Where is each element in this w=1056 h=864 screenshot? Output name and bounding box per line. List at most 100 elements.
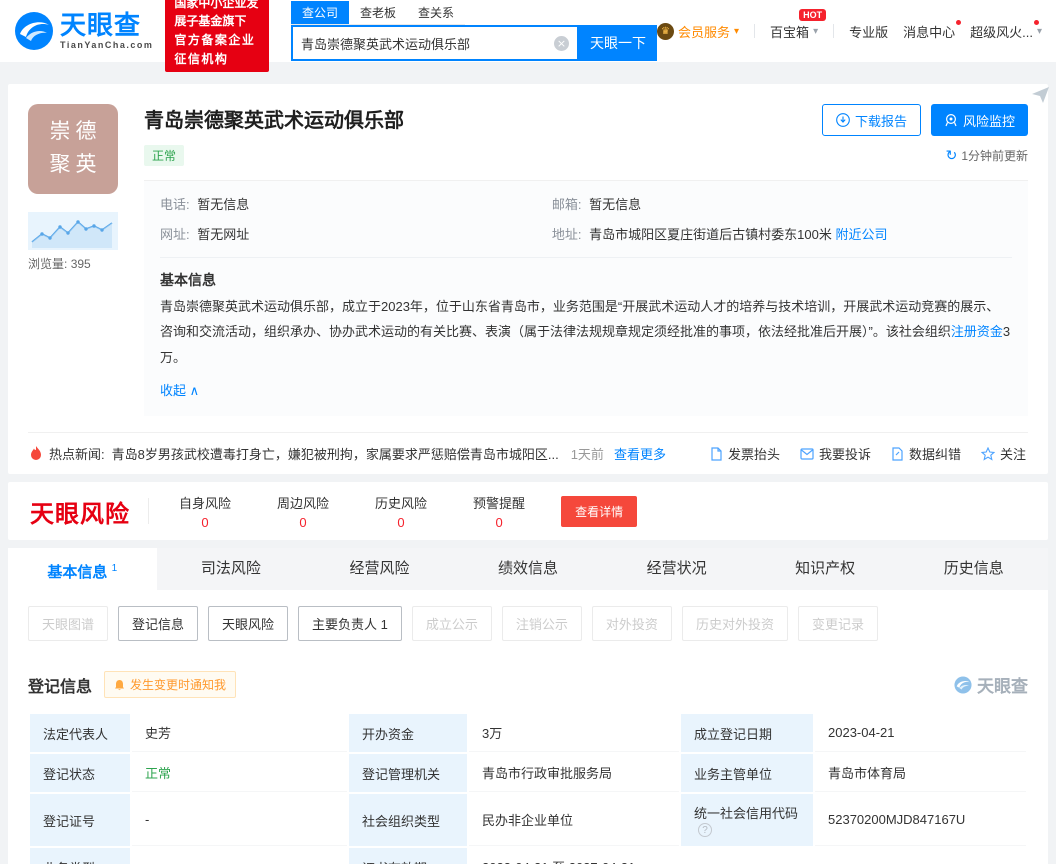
envelope-icon [800, 448, 814, 460]
table-cell-value: 史芳 [132, 714, 347, 752]
gov-certification-badge: 国家中小企业发展子基金旗下 官方备案企业征信机构 [165, 0, 269, 72]
news-time: 1天前 [571, 444, 604, 463]
status-badge: 正常 [144, 145, 184, 166]
tab-business-status[interactable]: 经营状况 [602, 548, 751, 590]
chip-registration-info[interactable]: 登记信息 [118, 606, 198, 641]
hot-badge: HOT [799, 9, 826, 21]
table-row: 登记证号 - 社会组织类型 民办非企业单位 统一社会信用代码? 52370200… [30, 794, 1026, 846]
notify-on-change-button[interactable]: 发生变更时通知我 [104, 671, 236, 698]
risk-monitor-button[interactable]: 风险监控 [931, 104, 1028, 136]
help-icon[interactable]: ? [698, 823, 712, 837]
chip-establishment-notice: 成立公示 [412, 606, 492, 641]
tianyancha-swirl-icon [14, 11, 54, 51]
table-cell-value: 3万 [469, 714, 679, 752]
search-tab-relation[interactable]: 查关系 [407, 1, 465, 24]
brand-domain: TianYanCha.com [60, 40, 153, 50]
registered-capital-link[interactable]: 注册资金 [951, 324, 1003, 339]
table-cell-label: 统一社会信用代码? [681, 794, 813, 846]
star-icon [981, 447, 995, 461]
tab-operational-risk[interactable]: 经营风险 [305, 548, 454, 590]
view-details-button[interactable]: 查看详情 [561, 496, 637, 527]
table-row: 业务类型 - 证书有效期 2023-04-21 至 2027-04-21 [30, 848, 1026, 864]
address-row: 地址: 青岛市城阳区夏庄街道后古镇村委东100米 附近公司 [552, 224, 1012, 243]
company-logo-tile: 崇德 聚英 [28, 104, 118, 194]
nearby-companies-link[interactable]: 附近公司 [835, 227, 887, 242]
tab-intellectual-property[interactable]: 知识产权 [751, 548, 900, 590]
search-input-wrap: × [291, 25, 579, 61]
chip-outbound-investment: 对外投资 [592, 606, 672, 641]
nav-toolbox[interactable]: HOT 百宝箱 ▾ [770, 22, 818, 41]
divider [148, 498, 149, 524]
chip-tianyan-risk[interactable]: 天眼风险 [208, 606, 288, 641]
search-button[interactable]: 天眼一下 [579, 25, 657, 61]
chip-tianyan-graph: 天眼图谱 [28, 606, 108, 641]
invoice-title-button[interactable]: 发票抬头 [710, 444, 780, 463]
divider [833, 24, 834, 38]
divider [160, 257, 1012, 258]
last-updated[interactable]: ↻ 1分钟前更新 [946, 147, 1028, 164]
download-icon [836, 113, 850, 127]
table-cell-label: 成立登记日期 [681, 714, 813, 752]
clear-search-icon[interactable]: × [554, 36, 569, 51]
tianyancha-watermark: 天眼查 [954, 672, 1028, 697]
search-tab-boss[interactable]: 查老板 [349, 1, 407, 24]
tab-performance-info[interactable]: 绩效信息 [454, 548, 603, 590]
brand-name: 天眼查 [60, 12, 153, 38]
chip-historical-investment: 历史对外投资 [682, 606, 788, 641]
risk-item-self[interactable]: 自身风险 0 [179, 493, 231, 530]
follow-button[interactable]: 关注 [981, 444, 1026, 463]
table-cell-value: 民办非企业单位 [469, 794, 679, 846]
views-sparkline [28, 212, 118, 250]
table-row: 法定代表人 史芳 开办资金 3万 成立登记日期 2023-04-21 [30, 714, 1026, 752]
table-cell-value: - [132, 848, 347, 864]
chevron-down-icon: ▾ [734, 26, 739, 37]
top-bar: 天眼查 TianYanCha.com 国家中小企业发展子基金旗下 官方备案企业征… [0, 0, 1056, 62]
risk-item-warning[interactable]: 预警提醒 0 [473, 493, 525, 530]
table-cell-label: 登记管理机关 [349, 754, 467, 792]
table-row: 登记状态 正常 登记管理机关 青岛市行政审批服务局 业务主管单位 青岛市体育局 [30, 754, 1026, 792]
table-cell-value: - [132, 794, 347, 846]
top-nav: ♛ 会员服务 ▾ HOT 百宝箱 ▾ 专业版 消息中心 超级风火... ▾ [657, 22, 1042, 41]
basic-info-title: 基本信息 [160, 270, 1012, 290]
views-count: 浏览量: 395 [28, 255, 118, 272]
detail-card: 基本信息 1 司法风险 经营风险 绩效信息 经营状况 知识产权 历史信息 天眼图… [8, 548, 1048, 864]
main-tabs: 基本信息 1 司法风险 经营风险 绩效信息 经营状况 知识产权 历史信息 [8, 548, 1048, 590]
registration-section-title: 登记信息 [28, 673, 92, 697]
nav-pro-version[interactable]: 专业版 [849, 22, 888, 41]
chevron-down-icon: ▾ [1037, 26, 1042, 37]
table-cell-label: 登记证号 [30, 794, 130, 846]
table-cell-label: 业务主管单位 [681, 754, 813, 792]
news-label: 热点新闻: [49, 444, 105, 463]
website-row: 网址: 暂无网址 [160, 224, 552, 243]
data-correction-button[interactable]: 数据纠错 [891, 444, 961, 463]
search-area: 查公司 查老板 查关系 × 天眼一下 [291, 1, 657, 61]
tianyancha-logo[interactable]: 天眼查 TianYanCha.com [14, 11, 153, 51]
news-headline[interactable]: 青岛8岁男孩武校遭毒打身亡，嫌犯被刑拘，家属要求严惩赔偿青岛市城阳区... [112, 444, 559, 463]
complaint-button[interactable]: 我要投诉 [800, 444, 871, 463]
risk-item-history[interactable]: 历史风险 0 [375, 493, 427, 530]
nav-message-center[interactable]: 消息中心 [903, 22, 955, 41]
chip-principal[interactable]: 主要负责人 1 [298, 606, 402, 641]
tianyan-risk-card: 天眼风险 自身风险 0 周边风险 0 历史风险 0 预警提醒 0 查看详情 [8, 482, 1048, 540]
table-cell-label: 开办资金 [349, 714, 467, 752]
collapse-link[interactable]: 收起 ∧ [160, 380, 199, 399]
crown-icon: ♛ [657, 23, 674, 40]
nav-super-tool[interactable]: 超级风火... ▾ [970, 22, 1042, 41]
download-report-button[interactable]: 下载报告 [822, 104, 921, 136]
company-card: 崇德 聚英 浏览量: 395 [8, 84, 1048, 474]
search-tab-company[interactable]: 查公司 [291, 1, 349, 24]
table-cell-label: 业务类型 [30, 848, 130, 864]
cursor-decoration-icon [1030, 86, 1050, 104]
chevron-down-icon: ▾ [813, 26, 818, 37]
table-cell-value: 52370200MJD847167U [815, 794, 1026, 846]
tianyan-risk-logo: 天眼风险 [30, 494, 130, 529]
tab-basic-info[interactable]: 基本信息 1 [8, 548, 157, 590]
see-more-link[interactable]: 查看更多 [614, 444, 666, 463]
tab-history-info[interactable]: 历史信息 [899, 548, 1048, 590]
tab-judicial-risk[interactable]: 司法风险 [157, 548, 306, 590]
basic-info-text: 青岛崇德聚英武术运动俱乐部，成立于2023年，位于山东省青岛市，业务范围是“开展… [160, 294, 1012, 370]
nav-vip-services[interactable]: ♛ 会员服务 ▾ [657, 22, 739, 41]
risk-item-surrounding[interactable]: 周边风险 0 [277, 493, 329, 530]
search-input[interactable] [301, 36, 554, 51]
chip-change-records: 变更记录 [798, 606, 878, 641]
